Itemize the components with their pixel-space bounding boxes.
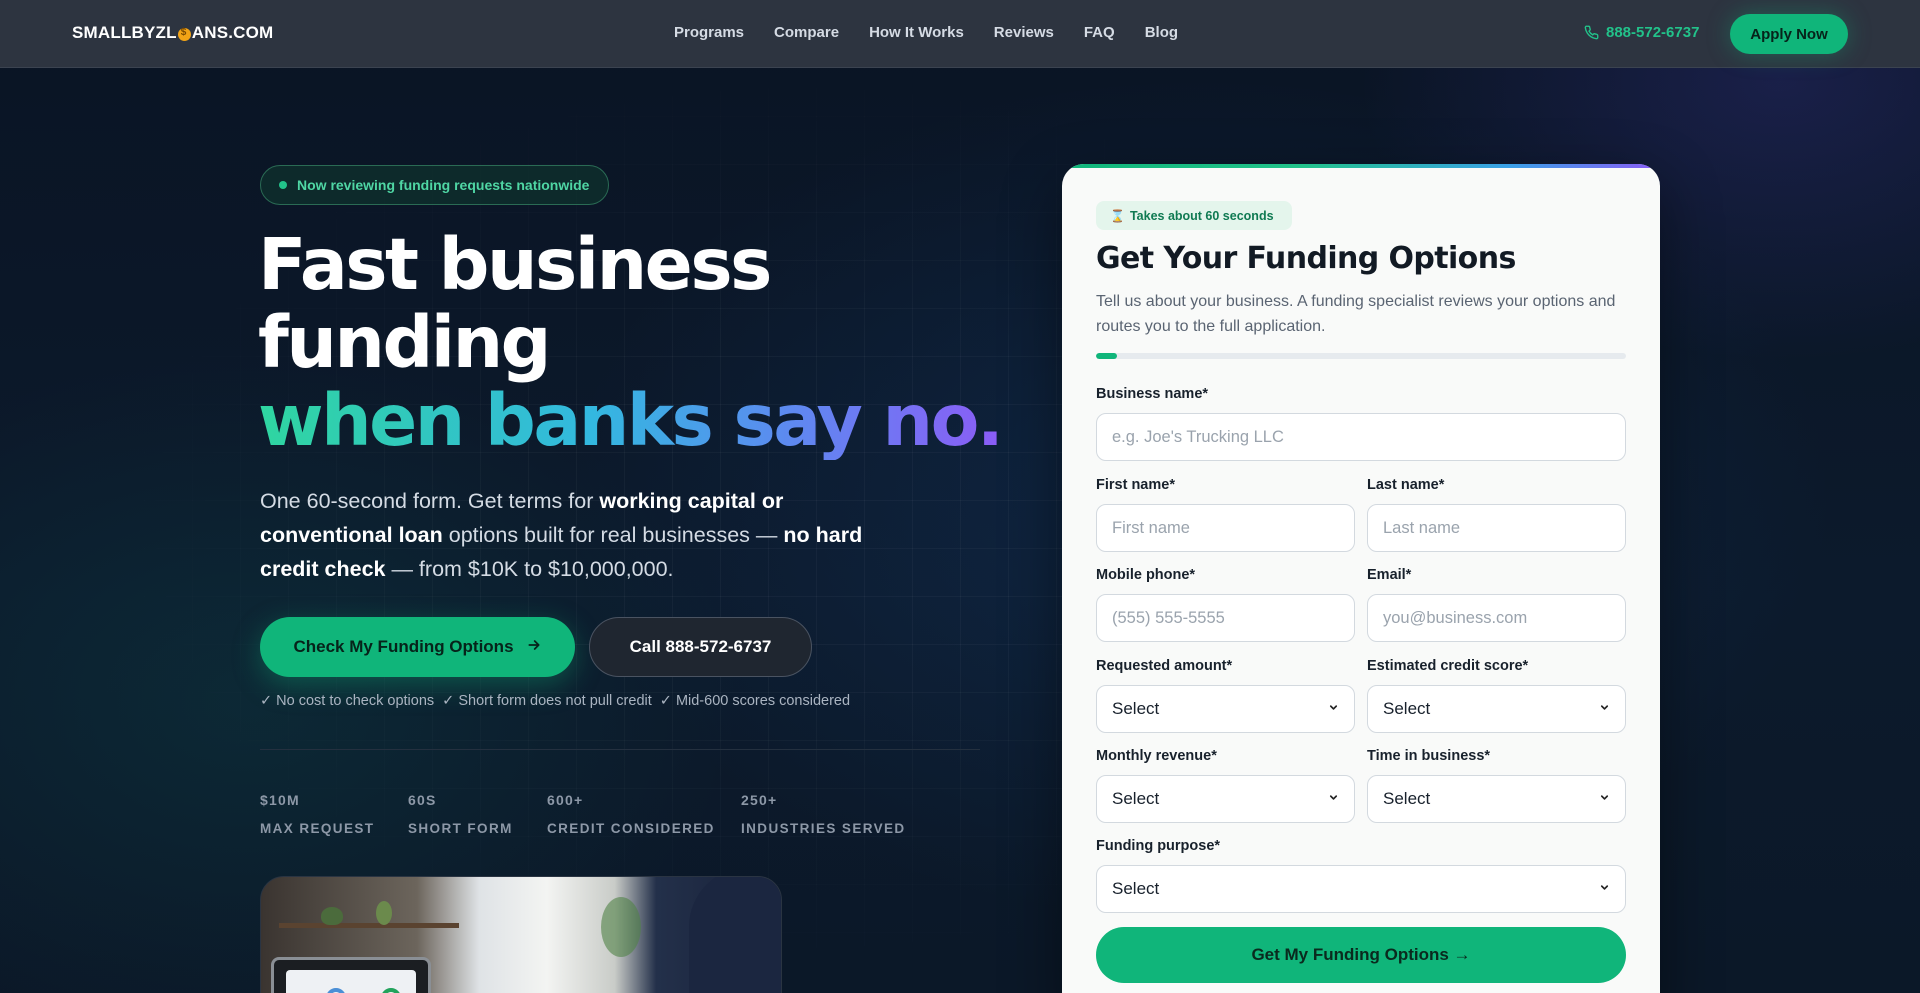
header-phone-number: 888-572-6737 [1606, 24, 1700, 41]
funding-purpose-value: Select [1112, 879, 1160, 898]
last-name-input[interactable] [1367, 504, 1626, 552]
form-description: Tell us about your business. A funding s… [1096, 293, 1616, 335]
photo-ring [326, 988, 346, 993]
photo-plant [321, 907, 343, 925]
requested-amount-select[interactable]: Select [1096, 685, 1355, 733]
subtext-part-2: options built for real businesses — [442, 523, 784, 547]
stat-value: 250+ [741, 792, 778, 808]
hero-office-photo [260, 876, 782, 993]
time-in-business-label: Time in business* [1367, 748, 1491, 764]
get-funding-options-submit-button[interactable]: Get My Funding Options → [1096, 927, 1626, 983]
form-title: Get Your Funding Options [1096, 241, 1516, 276]
time-estimate-text: Takes about 60 seconds [1129, 208, 1274, 223]
logo-coin-icon [177, 27, 191, 41]
time-estimate-pill: ⌛ Takes about 60 seconds [1096, 201, 1292, 230]
photo-laptop-screen [286, 970, 416, 993]
mobile-phone-label: Mobile phone* [1096, 567, 1196, 583]
hero-headline: Fast business funding when banks say no. [258, 226, 1018, 460]
benefit-check-2: ✓ Short form does not pull credit [442, 693, 652, 709]
site-logo[interactable]: SMALLBYZL ANS.COM [72, 23, 273, 43]
stat-short-form: 60S SHORT FORM [408, 792, 513, 836]
arrow-right-icon [526, 637, 542, 658]
subtext-part-1: One 60-second form. Get terms for [260, 489, 600, 513]
monthly-revenue-value: Select [1112, 789, 1160, 808]
time-in-business-select[interactable]: Select [1367, 775, 1626, 823]
site-header: SMALLBYZL ANS.COM Programs Compare How I… [0, 0, 1920, 68]
photo-plant [601, 897, 641, 957]
email-input[interactable] [1367, 594, 1626, 642]
stat-credit-considered: 600+ CREDIT CONSIDERED [547, 792, 715, 836]
benefit-checks: ✓ No cost to check options ✓ Short form … [260, 693, 850, 709]
monthly-revenue-label: Monthly revenue* [1096, 748, 1217, 764]
credit-score-label: Estimated credit score* [1367, 658, 1529, 674]
business-name-input[interactable] [1096, 413, 1626, 461]
photo-plant [376, 901, 392, 925]
status-badge: Now reviewing funding requests nationwid… [260, 165, 609, 205]
chevron-down-icon [1328, 792, 1339, 806]
form-progress-fill [1096, 353, 1118, 359]
nav-reviews[interactable]: Reviews [994, 24, 1054, 41]
business-name-label: Business name* [1096, 386, 1209, 402]
photo-shelf [279, 923, 459, 928]
hero-subtext: One 60-second form. Get terms for workin… [260, 484, 900, 586]
stat-label: INDUSTRIES SERVED [741, 821, 906, 836]
credit-score-value: Select [1383, 699, 1431, 718]
requested-amount-label: Requested amount* [1096, 658, 1233, 674]
chevron-down-icon [1599, 702, 1610, 716]
chevron-down-icon [1328, 702, 1339, 716]
header-phone-link[interactable]: 888-572-6737 [1584, 24, 1699, 41]
logo-text-end: ANS.COM [191, 23, 274, 42]
chevron-down-icon [1599, 792, 1610, 806]
stat-max-request: $10M MAX REQUEST [260, 792, 374, 836]
stat-label: SHORT FORM [408, 821, 513, 836]
headline-line-1: Fast business [258, 223, 772, 306]
photo-person [689, 877, 781, 993]
last-name-label: Last name* [1367, 477, 1445, 493]
card-accent-bar [1062, 164, 1660, 168]
funding-purpose-select[interactable]: Select [1096, 865, 1626, 913]
nav-programs[interactable]: Programs [674, 24, 744, 41]
headline-line-3: when banks say no. [258, 379, 1004, 462]
check-funding-options-label: Check My Funding Options [293, 637, 514, 656]
time-in-business-value: Select [1383, 789, 1431, 808]
logo-text-start: SMALLBYZL [72, 23, 177, 42]
check-funding-options-button[interactable]: Check My Funding Options [260, 617, 575, 677]
credit-score-select[interactable]: Select [1367, 685, 1626, 733]
first-name-input[interactable] [1096, 504, 1355, 552]
chevron-down-icon [1599, 882, 1610, 896]
benefit-check-3: ✓ Mid-600 scores considered [659, 693, 851, 709]
nav-how-it-works[interactable]: How It Works [869, 24, 964, 41]
mobile-phone-input[interactable] [1096, 594, 1355, 642]
call-phone-button[interactable]: Call 888-572-6737 [589, 617, 812, 677]
funding-form-card: ⌛ Takes about 60 seconds Get Your Fundin… [1062, 164, 1660, 993]
apply-now-button[interactable]: Apply Now [1730, 14, 1848, 54]
stat-value: 60S [408, 792, 437, 808]
nav-faq[interactable]: FAQ [1084, 24, 1115, 41]
benefit-check-1: ✓ No cost to check options [260, 693, 435, 709]
funding-purpose-label: Funding purpose* [1096, 838, 1221, 854]
nav-compare[interactable]: Compare [774, 24, 839, 41]
photo-ring [381, 988, 401, 993]
stat-industries-served: 250+ INDUSTRIES SERVED [741, 792, 906, 836]
first-name-label: First name* [1096, 477, 1175, 493]
nav-blog[interactable]: Blog [1145, 24, 1178, 41]
phone-icon [1584, 25, 1599, 40]
status-badge-text: Now reviewing funding requests nationwid… [297, 177, 590, 193]
photo-laptop [271, 957, 431, 993]
stat-value: $10M [260, 792, 300, 808]
monthly-revenue-select[interactable]: Select [1096, 775, 1355, 823]
requested-amount-value: Select [1112, 699, 1160, 718]
hero-divider [260, 749, 980, 750]
main-nav: Programs Compare How It Works Reviews FA… [674, 24, 1178, 41]
email-label: Email* [1367, 567, 1412, 583]
form-progress-bar [1096, 353, 1626, 359]
stat-label: CREDIT CONSIDERED [547, 821, 715, 836]
headline-line-2: funding [258, 301, 552, 384]
stat-label: MAX REQUEST [260, 821, 375, 836]
status-dot-icon [279, 181, 287, 189]
subtext-part-3: — from $10K to $10,000,000. [385, 557, 674, 581]
stat-value: 600+ [547, 792, 584, 808]
hourglass-icon: ⌛ [1110, 208, 1125, 223]
